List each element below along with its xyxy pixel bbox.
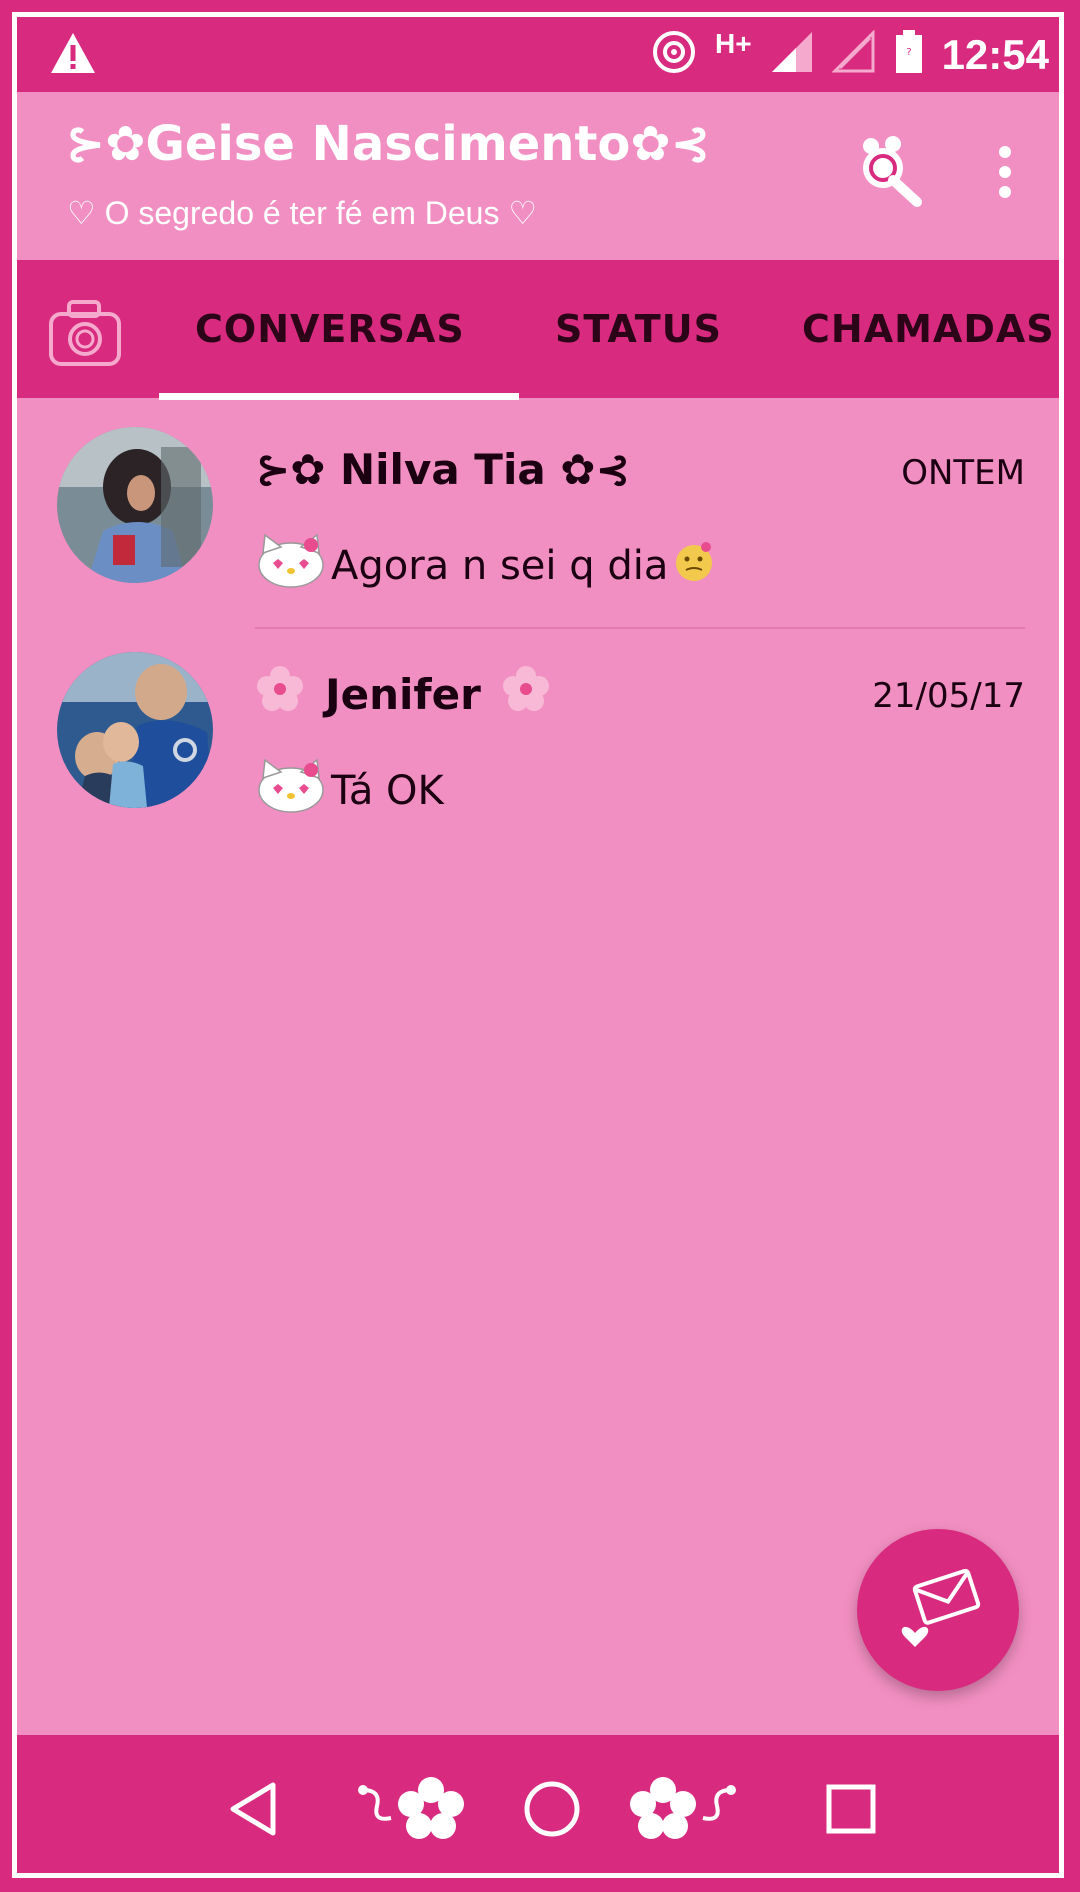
chat-preview: Agora n sei q dia <box>255 533 716 599</box>
tab-chamadas[interactable]: CHAMADAS <box>802 260 1055 398</box>
data-saver-icon <box>651 29 697 80</box>
tab-indicator <box>159 393 519 400</box>
signal-icon <box>770 30 814 79</box>
signal-empty-icon <box>830 29 876 79</box>
app-bar: ⊱✿Geise Nascimento✿⊰ ♡ O segredo é ter f… <box>17 92 1059 260</box>
phone-frame: H+ ? 12:54 ⊱✿Geise Nascimento✿⊰ ♡ O segr… <box>12 12 1064 1878</box>
flower-icon <box>255 664 305 724</box>
chat-message: Tá OK <box>331 768 444 814</box>
tab-conversas[interactable]: CONVERSAS <box>195 260 465 398</box>
app-subtitle: ♡ O segredo é ter fé em Deus ♡ <box>67 195 538 231</box>
heart-envelope-icon <box>901 1568 981 1647</box>
hello-kitty-icon <box>255 533 327 599</box>
flower-left-icon <box>355 1735 467 1873</box>
warning-icon <box>49 31 97 80</box>
chat-name-row: Jenifer <box>255 664 551 724</box>
network-type: H+ <box>715 27 752 59</box>
chat-name: ⊱✿ Nilva Tia ✿⊰ <box>255 445 631 494</box>
chat-name: Jenifer <box>325 669 481 719</box>
svg-text:?: ? <box>906 47 911 58</box>
status-bar: H+ ? 12:54 <box>17 17 1059 92</box>
avatar[interactable] <box>57 427 213 583</box>
clock: 12:54 <box>941 30 1049 78</box>
chat-preview: Tá OK <box>255 758 444 824</box>
chat-row[interactable]: Jenifer 21/05/17 Tá OK <box>17 642 1059 862</box>
chat-time: 21/05/17 <box>872 676 1025 716</box>
new-chat-button[interactable] <box>857 1529 1019 1691</box>
tab-bar: CONVERSAS STATUS CHAMADAS <box>17 260 1059 398</box>
back-icon[interactable] <box>227 1735 279 1873</box>
battery-icon: ? <box>894 29 924 80</box>
tab-status[interactable]: STATUS <box>555 260 722 398</box>
recents-icon[interactable] <box>825 1735 877 1873</box>
flower-right-icon <box>627 1735 739 1873</box>
avatar[interactable] <box>57 652 213 808</box>
search-icon[interactable] <box>855 132 927 213</box>
navigation-bar <box>17 1735 1059 1873</box>
camera-icon[interactable] <box>47 296 123 373</box>
chat-message: Agora n sei q dia <box>331 543 669 589</box>
more-vert-icon[interactable] <box>997 144 1013 205</box>
divider <box>255 627 1025 629</box>
chat-row[interactable]: ⊱✿ Nilva Tia ✿⊰ ONTEM Agora n sei q dia <box>17 417 1059 637</box>
hello-kitty-icon <box>255 758 327 824</box>
chat-time: ONTEM <box>901 453 1025 493</box>
thinking-emoji-icon <box>672 539 716 593</box>
flower-icon <box>501 664 551 724</box>
home-icon[interactable] <box>522 1735 582 1873</box>
app-title: ⊱✿Geise Nascimento✿⊰ <box>65 116 711 172</box>
